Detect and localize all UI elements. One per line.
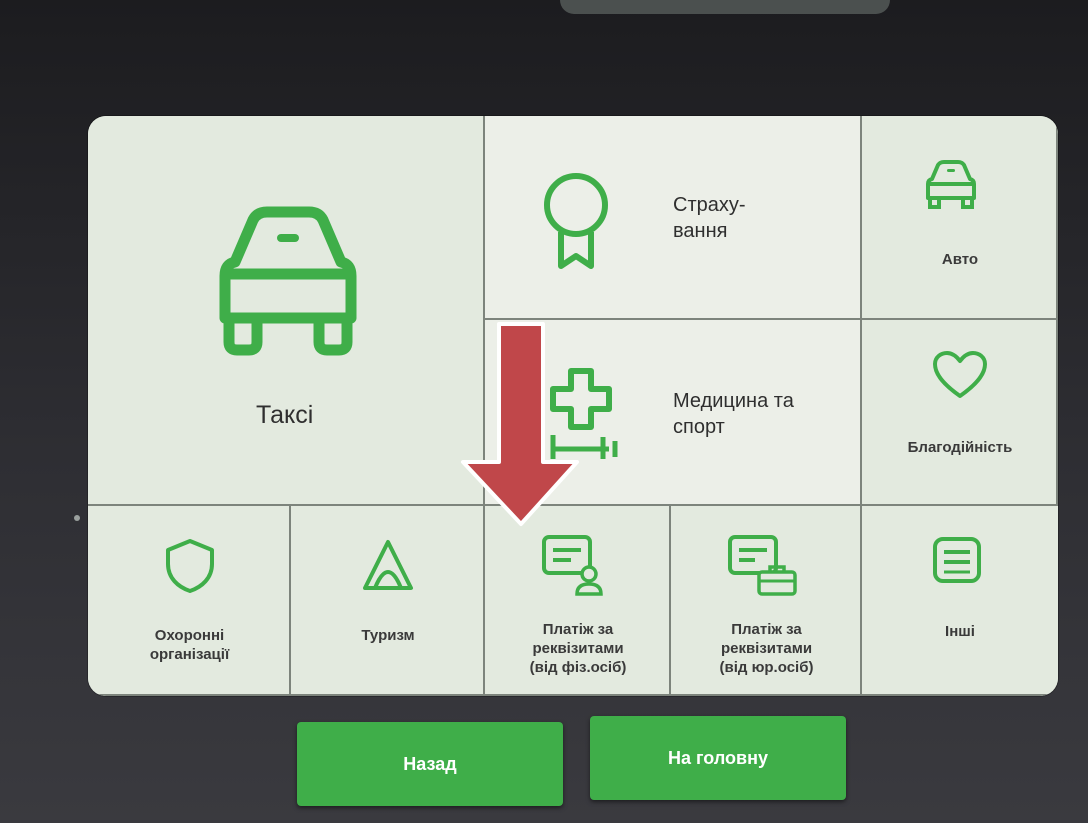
tile-insurance-label: Страху- вання xyxy=(673,192,746,244)
pay-individuals-line-1: Платіж за xyxy=(542,621,614,638)
home-button[interactable]: На головну xyxy=(590,716,846,800)
tile-auto[interactable]: Авто xyxy=(862,116,1058,320)
tile-payment-individuals-label: Платіж за реквізитами (від фіз.осіб) xyxy=(485,620,671,677)
screen-reflection-dot xyxy=(74,515,80,521)
security-line-2: організації xyxy=(149,646,230,663)
pay-legal-line-2: реквізитами xyxy=(720,640,813,657)
medicine-line-2: спорт xyxy=(673,416,725,438)
tile-payment-legal[interactable]: Платіж за реквізитами (від юр.осіб) xyxy=(671,506,862,696)
tile-charity-label: Благодійність xyxy=(907,439,1013,456)
down-arrow-annotation xyxy=(455,322,585,532)
back-button[interactable]: Назад xyxy=(297,722,563,806)
shield-icon xyxy=(164,538,216,594)
tent-icon xyxy=(361,538,415,592)
tile-payment-individuals[interactable]: Платіж за реквізитами (від фіз.осіб) xyxy=(485,506,671,696)
tile-charity[interactable]: Благодійність xyxy=(862,320,1058,506)
tile-other-label: Інші xyxy=(945,623,975,640)
heart-icon xyxy=(932,350,988,400)
list-icon xyxy=(932,536,982,584)
tile-security[interactable]: Охоронні організації xyxy=(88,506,291,696)
pay-individuals-line-3: (від фіз.осіб) xyxy=(529,659,627,676)
pay-legal-line-1: Платіж за xyxy=(731,621,802,638)
tile-other[interactable]: Інші xyxy=(862,506,1058,696)
tile-tourism[interactable]: Туризм xyxy=(291,506,485,696)
tile-payment-legal-label: Платіж за реквізитами (від юр.осіб) xyxy=(671,620,862,677)
insurance-line-1: Страху- xyxy=(673,194,746,216)
card-person-icon xyxy=(541,534,607,598)
tile-insurance[interactable]: Страху- вання xyxy=(485,116,862,320)
pay-legal-line-3: (від юр.осіб) xyxy=(719,659,814,676)
tile-taxi-label: Таксі xyxy=(256,401,314,429)
bezel-glare xyxy=(560,0,890,14)
insurance-line-2: вання xyxy=(673,220,728,242)
tile-security-label: Охоронні організації xyxy=(88,626,291,664)
security-line-1: Охоронні xyxy=(154,627,225,644)
card-briefcase-icon xyxy=(727,534,799,598)
medicine-line-1: Медицина та xyxy=(673,390,794,412)
tile-taxi[interactable]: Таксі xyxy=(88,116,485,506)
tile-medicine-sport-label: Медицина та спорт xyxy=(673,388,794,440)
medal-icon xyxy=(541,172,611,272)
car-icon xyxy=(922,160,980,212)
tile-tourism-label: Туризм xyxy=(361,627,415,644)
car-icon xyxy=(203,206,373,356)
tile-auto-label: Авто xyxy=(941,251,979,268)
pay-individuals-line-2: реквізитами xyxy=(532,640,624,657)
